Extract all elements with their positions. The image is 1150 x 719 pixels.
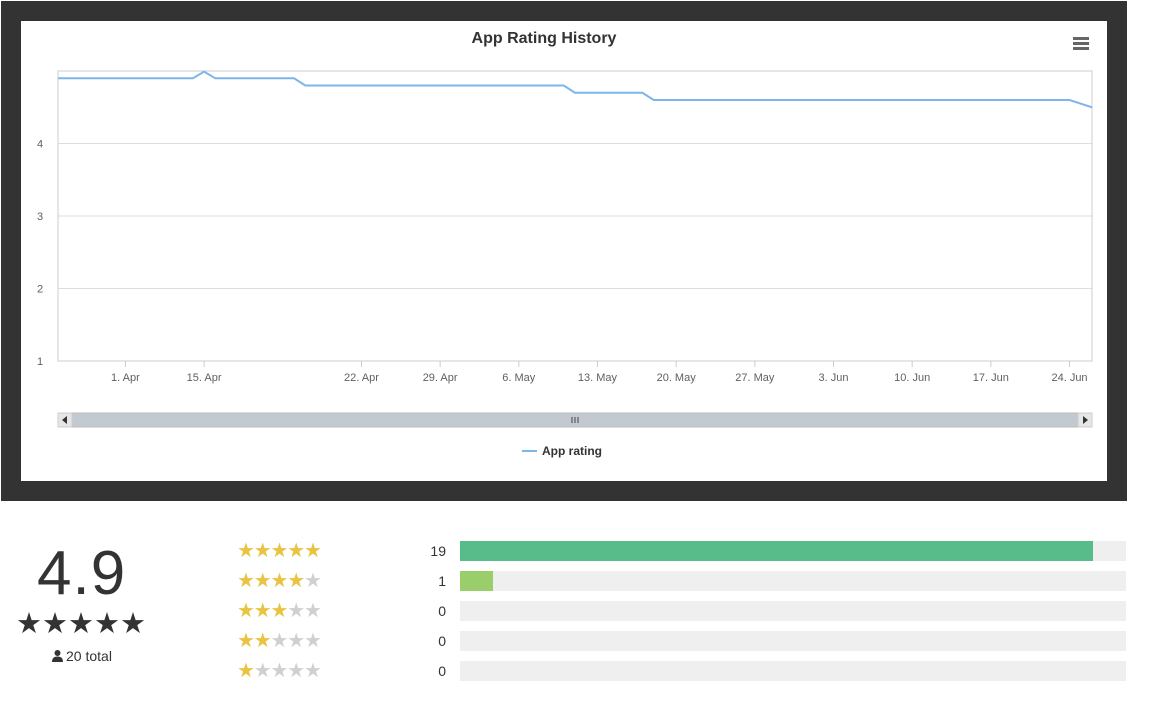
row-stars-1: ★★★★★ xyxy=(237,658,322,682)
x-tick-label: 13. May xyxy=(578,372,618,384)
x-tick-label: 3. Jun xyxy=(819,372,849,384)
row-bar-track xyxy=(460,601,1126,621)
legend-label: App rating xyxy=(542,444,602,458)
star-empty-icon: ★ xyxy=(303,658,322,682)
star-filled-icon: ★ xyxy=(303,538,322,562)
row-stars-4: ★★★★★ xyxy=(237,568,322,592)
x-tick-label: 10. Jun xyxy=(894,372,930,384)
row-count: 1 xyxy=(438,573,446,589)
row-bar-track xyxy=(460,541,1126,561)
row-bar-track xyxy=(460,631,1126,651)
x-axis: 1. Apr 15. Apr 22. Apr 29. Apr 6. May 13. May… xyxy=(111,361,1088,384)
x-tick-label: 24. Jun xyxy=(1051,372,1087,384)
x-tick-label: 17. Jun xyxy=(973,372,1009,384)
chart-frame: App Rating History 1 2 3 4 1. Apr 15. Apr 22.… xyxy=(1,1,1127,501)
y-tick-label: 2 xyxy=(37,284,43,296)
rating-row-2: ★★★★★ 0 xyxy=(0,628,1150,652)
star-empty-icon: ★ xyxy=(303,598,322,622)
y-tick-label: 4 xyxy=(37,139,43,151)
star-empty-icon: ★ xyxy=(287,598,305,622)
star-empty-icon: ★ xyxy=(303,628,322,652)
rating-history-chart: App Rating History 1 2 3 4 1. Apr 15. Apr 22.… xyxy=(37,30,1093,458)
star-filled-icon: ★ xyxy=(253,538,272,562)
x-tick-label: 6. May xyxy=(502,372,536,384)
row-bar-fill xyxy=(460,571,494,591)
star-empty-icon: ★ xyxy=(287,628,305,652)
row-count: 0 xyxy=(438,663,446,679)
chart-title: App Rating History xyxy=(472,30,617,47)
star-empty-icon: ★ xyxy=(287,658,305,682)
star-filled-icon: ★ xyxy=(253,598,272,622)
x-tick-label: 27. May xyxy=(735,372,775,384)
x-tick-label: 20. May xyxy=(657,372,697,384)
row-stars-2: ★★★★★ xyxy=(237,628,322,652)
row-bar-fill xyxy=(460,541,1093,561)
rating-row-5: ★★★★★ 19 xyxy=(0,538,1150,562)
legend-item-app-rating[interactable]: App rating xyxy=(522,444,602,458)
row-bar-track xyxy=(460,661,1126,681)
star-filled-icon: ★ xyxy=(287,568,305,592)
row-stars-3: ★★★★★ xyxy=(237,598,322,622)
series-line-app-rating xyxy=(58,70,1093,109)
star-filled-icon: ★ xyxy=(270,568,288,592)
x-tick-label: 22. Apr xyxy=(344,372,379,384)
navigator-scrollbar[interactable] xyxy=(57,412,1093,428)
row-count: 0 xyxy=(438,603,446,619)
rating-row-4: ★★★★★ 1 xyxy=(0,568,1150,592)
y-tick-label: 3 xyxy=(37,211,43,223)
menu-icon[interactable] xyxy=(1067,31,1093,53)
star-filled-icon: ★ xyxy=(253,628,272,652)
chart-panel: App Rating History 1 2 3 4 1. Apr 15. Apr 22.… xyxy=(21,21,1107,481)
x-tick-label: 1. Apr xyxy=(111,372,140,384)
row-bar-track xyxy=(460,571,1126,591)
grid-layer xyxy=(58,143,1092,289)
row-count: 0 xyxy=(438,633,446,649)
scroll-right-icon[interactable] xyxy=(1077,412,1093,428)
rating-row-1: ★★★★★ 0 xyxy=(0,658,1150,682)
scroll-left-icon[interactable] xyxy=(57,412,73,428)
x-tick-label: 15. Apr xyxy=(187,372,222,384)
star-empty-icon: ★ xyxy=(270,628,288,652)
row-stars-5: ★★★★★ xyxy=(237,538,322,562)
star-filled-icon: ★ xyxy=(237,658,255,682)
star-empty-icon: ★ xyxy=(253,658,272,682)
y-tick-label: 1 xyxy=(37,356,43,368)
star-filled-icon: ★ xyxy=(270,538,288,562)
star-filled-icon: ★ xyxy=(253,568,272,592)
row-count: 19 xyxy=(430,543,446,559)
star-filled-icon: ★ xyxy=(237,598,255,622)
y-axis: 1 2 3 4 xyxy=(37,139,43,369)
star-filled-icon: ★ xyxy=(237,538,255,562)
star-empty-icon: ★ xyxy=(270,658,288,682)
x-tick-label: 29. Apr xyxy=(423,372,458,384)
star-filled-icon: ★ xyxy=(287,538,305,562)
star-filled-icon: ★ xyxy=(237,568,255,592)
star-filled-icon: ★ xyxy=(270,598,288,622)
star-empty-icon: ★ xyxy=(303,568,322,592)
rating-row-3: ★★★★★ 0 xyxy=(0,598,1150,622)
star-filled-icon: ★ xyxy=(237,628,255,652)
